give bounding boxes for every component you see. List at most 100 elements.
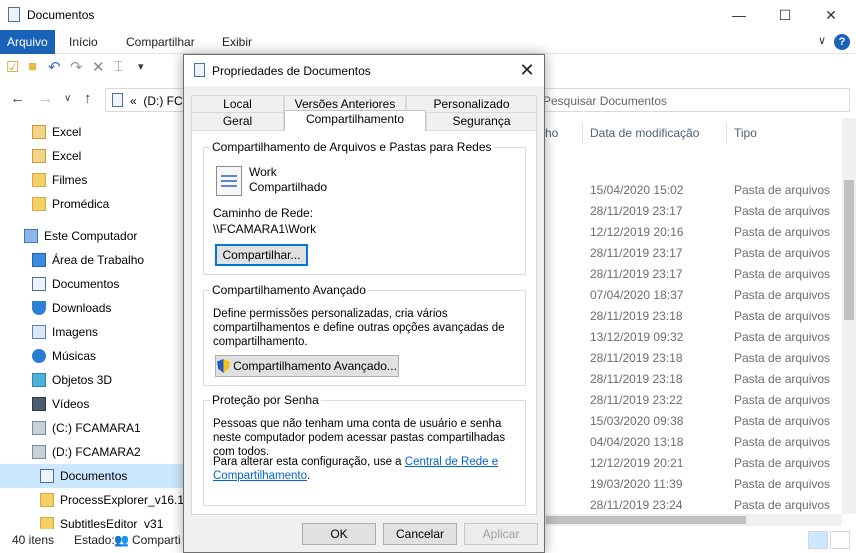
delete-icon[interactable]: ✕ (92, 58, 105, 76)
redo-icon[interactable]: ↷ (70, 58, 83, 76)
nav-item-label: Objetos 3D (52, 373, 113, 387)
row-date: 12/12/2019 20:21 (590, 456, 684, 470)
row-type: Pasta de arquivos (734, 498, 831, 512)
vertical-scrollbar[interactable] (842, 118, 856, 514)
nav-item[interactable]: Promédica (0, 192, 186, 216)
row-type: Pasta de arquivos (734, 393, 831, 407)
folder-icon (40, 493, 54, 507)
help-icon[interactable]: ? (834, 34, 850, 50)
scroll-thumb[interactable] (546, 516, 746, 524)
search-input[interactable]: Pesquisar Documentos (532, 88, 850, 112)
expand-ribbon-icon[interactable]: ∨ (818, 34, 826, 47)
forward-icon[interactable]: → (38, 90, 53, 107)
tab-inicio[interactable]: Início (69, 30, 98, 54)
nav-item-label: Músicas (52, 349, 97, 363)
properties-icon[interactable]: ☑ (6, 58, 19, 76)
nav-item[interactable]: Objetos 3D (0, 368, 186, 392)
advanced-sharing-button[interactable]: Compartilhamento Avançado... (215, 355, 399, 377)
rename-icon[interactable]: ⌶ (114, 58, 123, 75)
nav-item-label: Imagens (52, 325, 99, 339)
tab-seguranca[interactable]: Segurança (426, 112, 537, 130)
nav-item[interactable]: Imagens (0, 320, 186, 344)
nav-item[interactable]: Este Computador (0, 224, 186, 248)
nav-item-label: Vídeos (52, 397, 90, 411)
new-folder-icon[interactable]: ■ (28, 58, 37, 75)
document-folder-icon (8, 7, 20, 22)
maximize-button[interactable]: ☐ (762, 0, 808, 30)
advanced-sharing-group: Compartilhamento Avançado Define permiss… (203, 283, 526, 386)
tab-compartilhar[interactable]: Compartilhar (126, 30, 195, 54)
password-protection-description: Pessoas que não tenham uma conta de usuá… (213, 418, 506, 458)
nav-item-label: Excel (52, 149, 82, 163)
nav-item[interactable]: (C:) FCAMARA1 (0, 416, 186, 440)
cube-icon (32, 373, 46, 387)
column-separator[interactable] (726, 122, 727, 144)
nav-item[interactable]: Músicas (0, 344, 186, 368)
column-separator[interactable] (582, 122, 583, 144)
password-change-text: Para alterar esta configuração, use a Ce… (213, 456, 499, 482)
row-date: 12/12/2019 20:16 (590, 225, 684, 239)
documents-icon (32, 277, 46, 291)
video-icon (32, 397, 46, 411)
close-icon[interactable]: ✕ (510, 55, 544, 86)
item-count: 40 itens (12, 533, 55, 547)
advanced-sharing-label: Compartilhamento Avançado (210, 283, 368, 297)
uac-shield-icon (217, 359, 231, 373)
row-date: 28/11/2019 23:18 (590, 351, 683, 365)
nav-item[interactable]: Excel (0, 120, 186, 144)
nav-item[interactable]: (D:) FCAMARA2 (0, 440, 186, 464)
advanced-sharing-description: Define permissões personalizadas, cria v… (213, 308, 505, 348)
undo-icon[interactable]: ↶ (48, 58, 61, 76)
sharing-tab-panel: Compartilhamento de Arquivos e Pastas pa… (191, 130, 537, 515)
nav-item[interactable]: Área de Trabalho (0, 248, 186, 272)
row-date: 15/03/2020 09:38 (590, 414, 684, 428)
customize-toolbar-icon[interactable]: ▾ (138, 60, 144, 73)
row-date: 28/11/2019 23:24 (590, 498, 683, 512)
row-date: 15/04/2020 15:02 (590, 183, 684, 197)
tab-compartilhamento[interactable]: Compartilhamento (284, 110, 426, 131)
column-modified[interactable]: Data de modificação (590, 126, 699, 140)
row-date: 13/12/2019 09:32 (590, 330, 684, 344)
ok-button[interactable]: OK (302, 523, 376, 545)
shared-folder-icon (216, 166, 242, 196)
tab-geral[interactable]: Geral (191, 112, 284, 130)
close-window-button[interactable]: ✕ (808, 0, 854, 30)
cancel-button[interactable]: Cancelar (383, 523, 457, 545)
row-date: 28/11/2019 23:18 (590, 372, 683, 386)
share-name: Work (249, 165, 277, 179)
drive-icon (32, 445, 46, 459)
minimize-button[interactable]: — (716, 0, 762, 30)
up-icon[interactable]: ↑ (84, 90, 92, 107)
nav-item[interactable]: Documentos (0, 464, 186, 488)
recent-locations-icon[interactable]: ∨ (64, 93, 71, 104)
back-icon[interactable]: ← (10, 90, 25, 107)
nav-item-label: Promédica (52, 197, 110, 211)
download-icon (32, 301, 46, 315)
column-type[interactable]: Tipo (734, 126, 757, 140)
share-button[interactable]: Compartilhar... (215, 244, 308, 266)
row-type: Pasta de arquivos (734, 267, 831, 281)
tab-arquivo[interactable]: Arquivo (0, 30, 55, 54)
nav-item[interactable]: Downloads (0, 296, 186, 320)
row-type: Pasta de arquivos (734, 351, 831, 365)
state-label: Estado: (74, 533, 115, 547)
ribbon-tabs: Arquivo Início Compartilhar Exibir ∨ ? (0, 30, 856, 54)
explorer-titlebar: Documentos — ☐ ✕ (0, 0, 856, 30)
nav-item[interactable]: ProcessExplorer_v16.12 (0, 488, 186, 512)
row-type: Pasta de arquivos (734, 372, 831, 386)
nav-item[interactable]: Vídeos (0, 392, 186, 416)
dialog-titlebar: Propriedades de Documentos ✕ (184, 55, 544, 86)
apply-button[interactable]: Aplicar (464, 523, 538, 545)
pictures-icon (32, 325, 46, 339)
tab-local[interactable]: Local (191, 95, 284, 113)
nav-item[interactable]: Documentos (0, 272, 186, 296)
details-view-icon[interactable] (808, 531, 828, 549)
column-name-tail[interactable]: ho (545, 126, 558, 140)
documents-icon (40, 469, 54, 483)
large-icons-view-icon[interactable] (830, 531, 850, 549)
nav-item[interactable]: Excel (0, 144, 186, 168)
scroll-thumb[interactable] (844, 180, 854, 320)
nav-item[interactable]: Filmes (0, 168, 186, 192)
nav-item[interactable]: SubtitlesEditor_v31 (0, 512, 186, 530)
tab-exibir[interactable]: Exibir (222, 30, 252, 54)
